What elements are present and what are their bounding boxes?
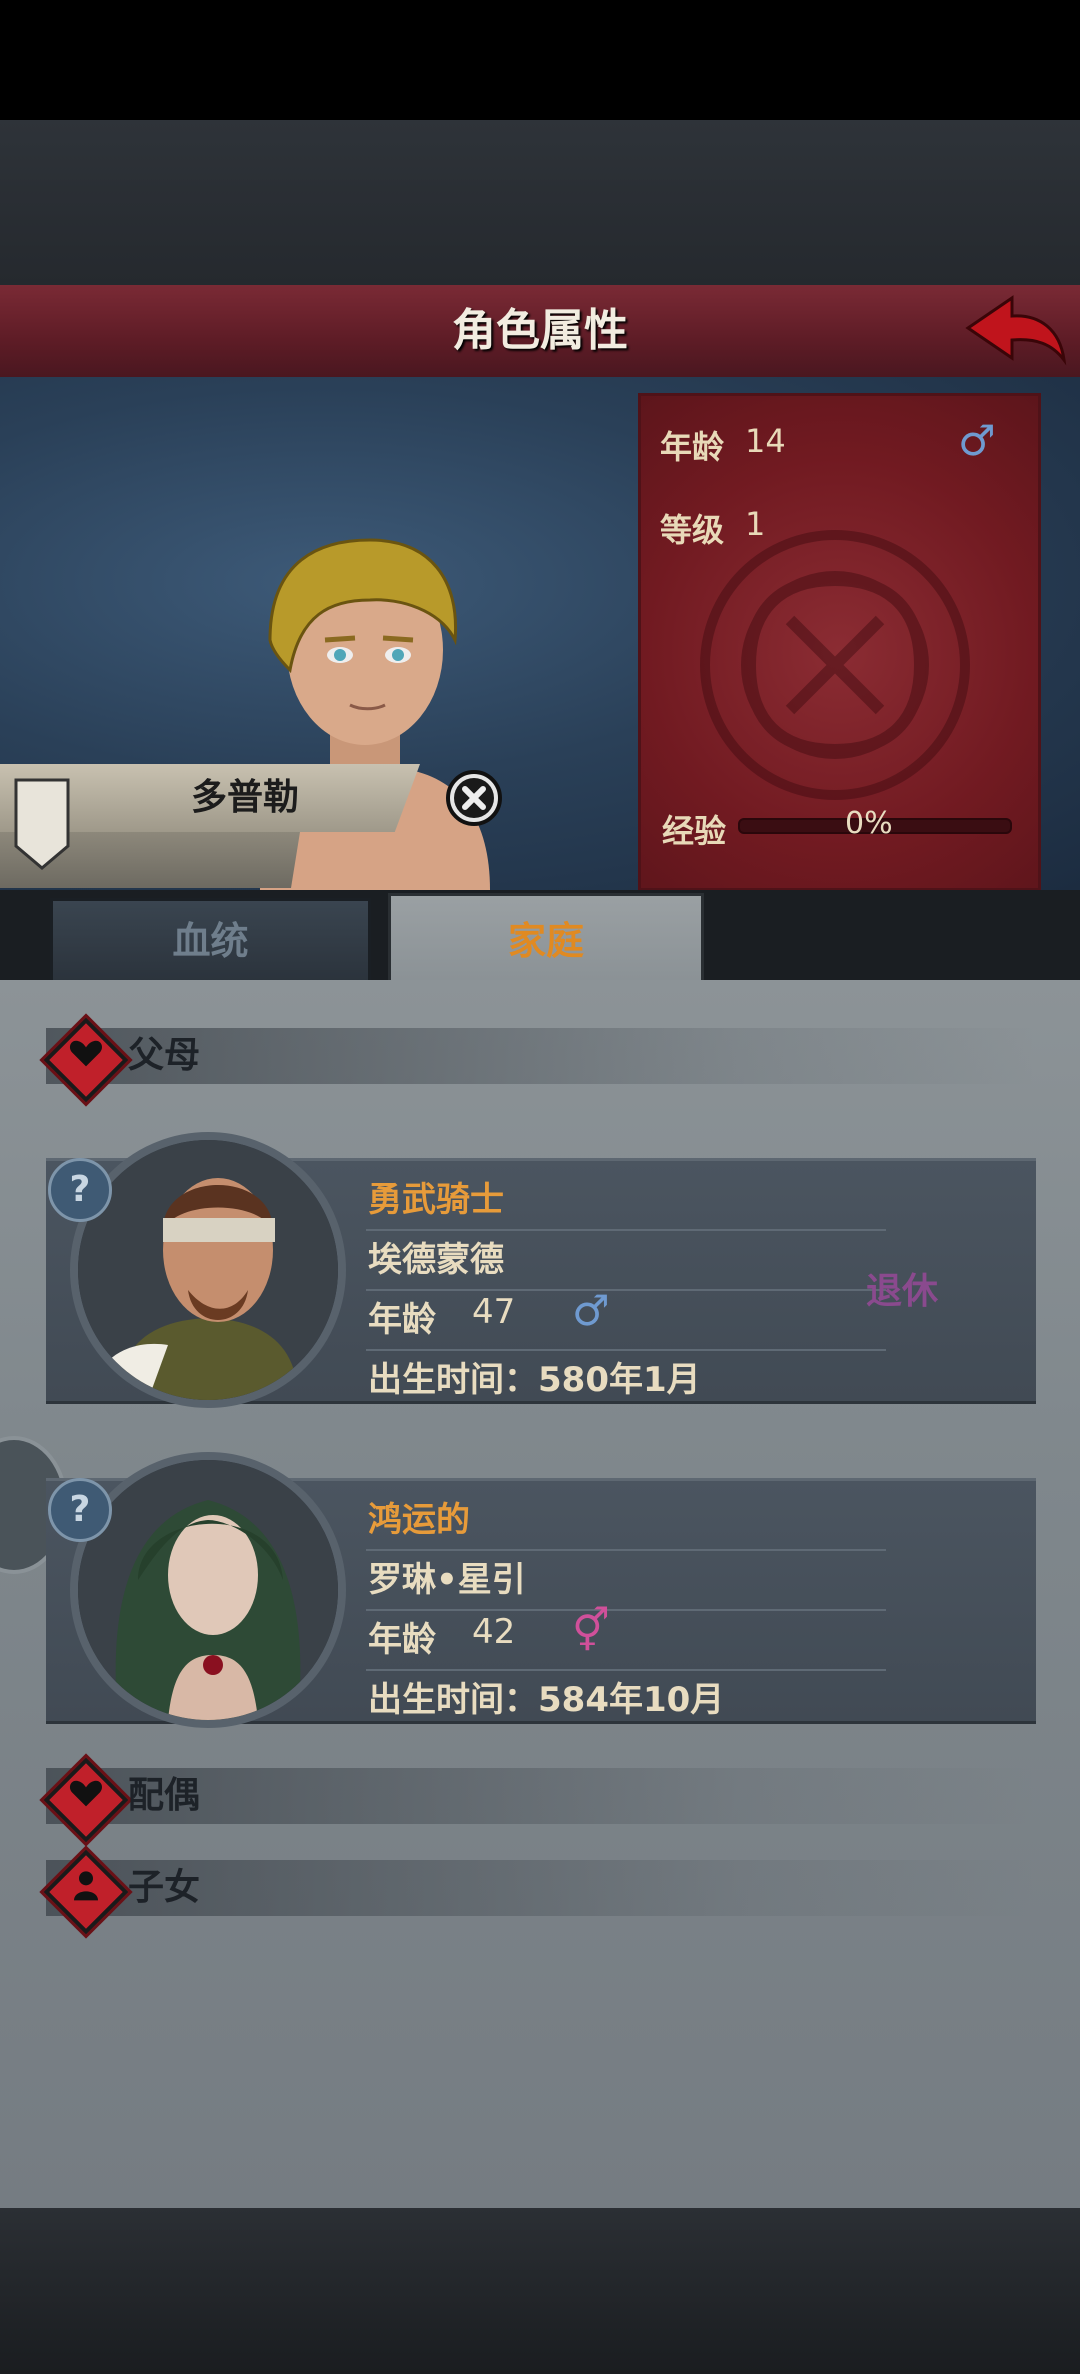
- exp-label: 经验: [662, 812, 727, 850]
- father-portrait[interactable]: [70, 1132, 346, 1408]
- father-name: 埃德蒙德: [368, 1240, 504, 1280]
- mother-birth-date: 出生时间：584年10月: [368, 1680, 725, 1720]
- dismiss-button[interactable]: [444, 768, 504, 828]
- mother-age: 42: [472, 1612, 516, 1652]
- mother-portrait[interactable]: [70, 1452, 346, 1728]
- age-value: 14: [745, 422, 786, 460]
- close-icon: [446, 770, 502, 826]
- male-icon: ♂: [572, 1286, 610, 1335]
- hero-name: 多普勒: [190, 777, 299, 818]
- mother-age-label: 年龄: [368, 1620, 436, 1660]
- top-background: [0, 120, 1080, 285]
- shield-icon: [12, 776, 72, 872]
- exp-percent: 0%: [845, 806, 893, 841]
- bottom-bar: [0, 2208, 1080, 2374]
- father-age-label: 年龄: [368, 1300, 436, 1340]
- back-button[interactable]: [960, 290, 1070, 370]
- father-status-retired: 退休: [866, 1271, 939, 1312]
- back-arrow-icon: [965, 295, 1067, 366]
- mother-info-badge[interactable]: ?: [48, 1478, 112, 1542]
- tab-family[interactable]: 家庭: [388, 893, 704, 986]
- page-title: 角色属性: [452, 305, 628, 356]
- father-birth-date: 出生时间：580年1月: [368, 1360, 701, 1400]
- celtic-knot-emblem: [690, 520, 980, 810]
- mother-title: 鸿运的: [368, 1500, 470, 1540]
- section-children-label: 子女: [128, 1867, 201, 1908]
- level-value: 1: [745, 505, 766, 543]
- male-icon: ♂: [958, 416, 996, 465]
- father-age: 47: [472, 1292, 516, 1332]
- status-bar-area: [0, 0, 1080, 120]
- tab-bloodline[interactable]: 血统: [50, 898, 371, 984]
- section-parents-label: 父母: [128, 1035, 201, 1076]
- section-spouse-label: 配偶: [128, 1775, 201, 1816]
- mother-name: 罗琳•星引: [368, 1560, 526, 1600]
- age-label: 年龄: [660, 428, 725, 466]
- father-info-badge[interactable]: ?: [48, 1158, 112, 1222]
- father-title: 勇武骑士: [368, 1180, 504, 1220]
- tab-family-label: 家庭: [507, 919, 584, 963]
- female-icon: ⚥: [572, 1606, 610, 1655]
- level-label: 等级: [660, 511, 725, 549]
- tab-bloodline-label: 血统: [172, 919, 249, 963]
